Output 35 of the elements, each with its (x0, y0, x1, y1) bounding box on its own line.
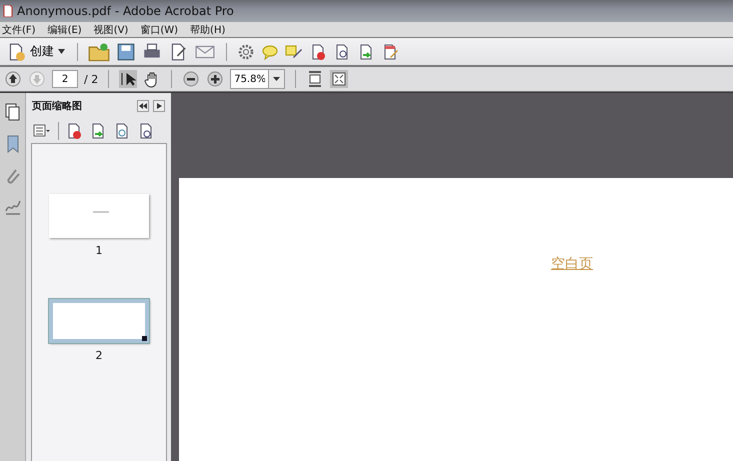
page-text: 空白页 (551, 256, 593, 272)
select-cursor-icon[interactable] (119, 70, 138, 88)
caret-icon[interactable] (273, 77, 280, 81)
window-title: Anonymous.pdf - Adobe Acrobat Pro (17, 4, 234, 18)
caret-icon[interactable] (58, 49, 65, 54)
zoom-field[interactable]: 75.8% (230, 69, 268, 89)
highlight-pen-icon[interactable] (285, 42, 303, 60)
gear-icon[interactable] (237, 42, 255, 60)
fit-page-icon[interactable] (330, 70, 348, 88)
menu-item[interactable]: 帮助(H) (190, 22, 226, 36)
signature-icon[interactable] (4, 199, 22, 217)
collapse-panel-button[interactable] (137, 100, 149, 112)
create-button[interactable]: 创建 (4, 42, 67, 62)
previous-page-icon[interactable] (4, 70, 22, 88)
save-icon[interactable] (116, 42, 136, 62)
page-number: 1 (96, 244, 102, 257)
right-arrow-icon[interactable] (156, 103, 162, 109)
zoom-out-icon[interactable] (182, 70, 200, 88)
panel-title: 页面缩略图 (32, 100, 83, 113)
zoom-in-icon[interactable] (206, 70, 224, 88)
menu-item[interactable]: 文件(F) (2, 22, 36, 36)
panel-options-button[interactable] (153, 100, 165, 112)
pdf-file-icon (3, 5, 13, 17)
page-number: 2 (96, 349, 102, 362)
page-thumbnail[interactable] (49, 299, 149, 343)
page-thumbnail[interactable] (49, 194, 149, 238)
menu-item[interactable]: 编辑(E) (48, 22, 82, 36)
zoom-dropdown-button[interactable] (268, 69, 286, 89)
open-folder-icon[interactable] (88, 40, 110, 62)
page-count: / 2 (84, 72, 98, 86)
double-left-arrow-icon[interactable] (139, 103, 147, 109)
pages-icon[interactable] (4, 103, 22, 121)
menu-item[interactable]: 窗口(W) (140, 22, 178, 36)
page-number-field[interactable]: 2 (52, 70, 78, 88)
menu-item[interactable]: 视图(V) (94, 22, 128, 36)
